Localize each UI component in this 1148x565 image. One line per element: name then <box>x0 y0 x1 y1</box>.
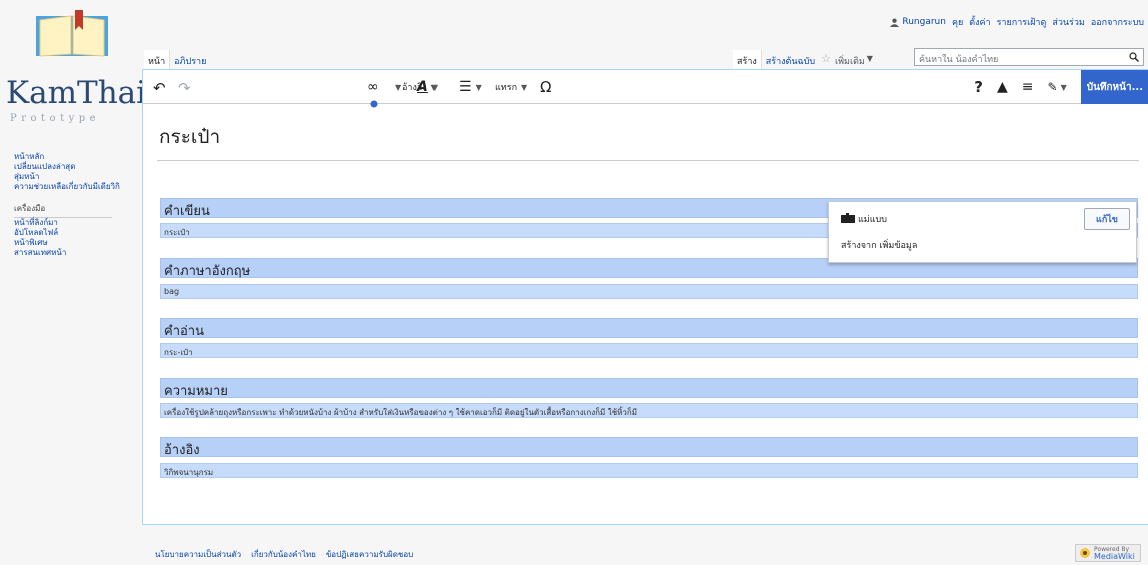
chevron-down-icon: ▼ <box>521 82 528 92</box>
template-context-popup: แม่แบบ แก้ไข สร้างจาก เพิ่มข้อมูล <box>828 201 1137 263</box>
user-name: Rungarun <box>902 17 946 27</box>
mediawiki-flower-icon <box>1080 548 1090 558</box>
disclaimer-link[interactable]: ข้อปฏิเสธความรับผิดชอบ <box>326 548 413 561</box>
omega-icon: Ω <box>540 78 552 96</box>
cite-label: อ้างอิง <box>402 83 427 93</box>
link-button[interactable]: ∞ <box>367 70 379 104</box>
help-icon[interactable]: ? <box>974 78 983 96</box>
puzzle-piece-icon <box>841 213 855 223</box>
chevron-down-icon: ▼ <box>395 82 402 92</box>
contributions-link[interactable]: ส่วนร่วม <box>1052 15 1085 29</box>
section-body[interactable]: วิกิพจนานุกรม <box>160 463 1138 478</box>
sidebar-item-main-page[interactable]: หน้าหลัก <box>14 152 134 162</box>
chevron-down-icon: ▼ <box>1060 82 1067 92</box>
preferences-link[interactable]: ตั้งค่า <box>969 15 990 29</box>
sidebar: หน้าหลัก เปลี่ยนแปลงล่าสุด สุ่มหน้า ความ… <box>14 152 134 258</box>
redo-icon[interactable]: ↷ <box>178 79 191 97</box>
edit-mode-dropdown[interactable]: ✎ ▼ <box>1048 80 1067 94</box>
tab-create-source[interactable]: สร้างต้นฉบับ <box>762 50 819 70</box>
save-button[interactable]: บันทึกหน้า... <box>1080 70 1148 104</box>
tools-heading: เครื่องมือ <box>14 202 112 218</box>
tab-discussion[interactable]: อภิปราย <box>170 50 210 70</box>
search-input[interactable]: ค้นหาใน น้องคำไทย <box>914 48 1144 66</box>
section-body[interactable]: กระ-เป๋า <box>160 343 1138 358</box>
cite-dropdown[interactable]: อ้างอิง ▼ <box>402 70 437 104</box>
talk-link[interactable]: คุย <box>952 15 963 29</box>
powered-by-mediawiki-badge[interactable]: Powered By MediaWiki <box>1075 544 1141 562</box>
namespace-tabs: หน้า อภิปราย <box>144 50 210 70</box>
logout-link[interactable]: ออกจากระบบ <box>1091 15 1144 29</box>
tab-create[interactable]: สร้าง <box>733 50 762 70</box>
title-divider <box>157 160 1139 161</box>
popup-description: สร้างจาก เพิ่มข้อมูล <box>841 241 918 251</box>
personal-tools: Rungarun คุย ตั้งค่า รายการเฝ้าดู ส่วนร่… <box>890 15 1144 29</box>
list-icon: ☰ <box>459 79 472 95</box>
sidebar-item-what-links-here[interactable]: หน้าที่ลิงก์มา <box>14 218 134 228</box>
chevron-down-icon: ▼ <box>866 54 873 63</box>
watchlist-link[interactable]: รายการเฝ้าดู <box>997 15 1047 29</box>
special-character-button[interactable]: Ω <box>540 70 551 104</box>
watch-star-icon[interactable]: ☆ <box>819 50 835 65</box>
more-menu[interactable]: เพิ่มเติม ▼ <box>835 50 879 68</box>
site-logo[interactable]: KamThai Prototype <box>0 0 146 135</box>
sidebar-item-help[interactable]: ความช่วยเหลือเกี่ยวกับมีเดียวิกิ <box>14 182 134 192</box>
page-options-icon[interactable]: ≡ <box>1022 79 1034 95</box>
notices-icon[interactable]: ▲ <box>997 79 1008 95</box>
section-body[interactable]: เครื่องใช้รูปคล้ายถุงหรือกระเพาะ ทำด้วยห… <box>160 403 1138 418</box>
more-label: เพิ่มเติม <box>835 57 865 67</box>
footer-links: นโยบายความเป็นส่วนตัว เกี่ยวกับน้องคำไทย… <box>155 548 413 561</box>
search-placeholder: ค้นหาใน น้องคำไทย <box>919 55 999 65</box>
undo-icon[interactable]: ↶ <box>153 79 166 97</box>
section-body[interactable]: bag <box>160 284 1138 299</box>
editor-toolbar: ↶ ↷ ▼ A ▼ ∞ อ้างอิง ▼ ☰ ▼ แทรก ▼ Ω ? ▲ ≡ ✎ ▼ … <box>143 70 1148 104</box>
section-heading[interactable]: ความหมาย <box>160 378 1138 399</box>
chevron-down-icon: ▼ <box>430 82 437 92</box>
edit-template-button[interactable]: แก้ไข <box>1084 208 1130 230</box>
link-context-dot <box>370 100 378 108</box>
tab-page[interactable]: หน้า <box>144 50 171 70</box>
badge-name: MediaWiki <box>1094 552 1135 561</box>
paragraph-format-dropdown[interactable]: ▼ <box>395 70 401 104</box>
pencil-icon: ✎ <box>1047 80 1058 94</box>
sidebar-item-random-page[interactable]: สุ่มหน้า <box>14 172 134 182</box>
logo-text: KamThai <box>6 75 147 111</box>
list-dropdown[interactable]: ☰ ▼ <box>459 70 482 104</box>
section-heading[interactable]: คำอ่าน <box>160 318 1138 339</box>
toolbar-actions: ? ▲ ≡ ✎ ▼ บันทึกหน้า... <box>974 70 1148 104</box>
editor-content: ↶ ↷ ▼ A ▼ ∞ อ้างอิง ▼ ☰ ▼ แทรก ▼ Ω ? ▲ ≡ ✎ ▼ … <box>142 69 1148 525</box>
sidebar-item-recent-changes[interactable]: เปลี่ยนแปลงล่าสุด <box>14 162 134 172</box>
chevron-down-icon: ▼ <box>475 82 482 92</box>
user-link[interactable]: Rungarun <box>890 17 946 27</box>
link-icon: ∞ <box>367 79 379 95</box>
sidebar-item-page-information[interactable]: สารสนเทศหน้า <box>14 248 134 258</box>
sidebar-item-special-pages[interactable]: หน้าพิเศษ <box>14 238 134 248</box>
book-logo-icon <box>36 10 108 57</box>
user-icon <box>890 18 900 27</box>
view-tabs: สร้าง สร้างต้นฉบับ ☆ เพิ่มเติม ▼ <box>733 50 879 70</box>
sidebar-item-upload-file[interactable]: อัปโหลดไฟล์ <box>14 228 134 238</box>
popup-title: แม่แบบ <box>858 215 887 225</box>
privacy-link[interactable]: นโยบายความเป็นส่วนตัว <box>155 548 241 561</box>
about-link[interactable]: เกี่ยวกับน้องคำไทย <box>251 548 316 561</box>
page-title: กระเป๋า <box>159 126 221 148</box>
section-heading[interactable]: อ้างอิง <box>160 437 1138 458</box>
search-icon[interactable] <box>1129 52 1139 62</box>
insert-label: แทรก <box>495 83 518 93</box>
logo-subtitle: Prototype <box>10 113 101 124</box>
insert-dropdown[interactable]: แทรก ▼ <box>495 70 527 104</box>
